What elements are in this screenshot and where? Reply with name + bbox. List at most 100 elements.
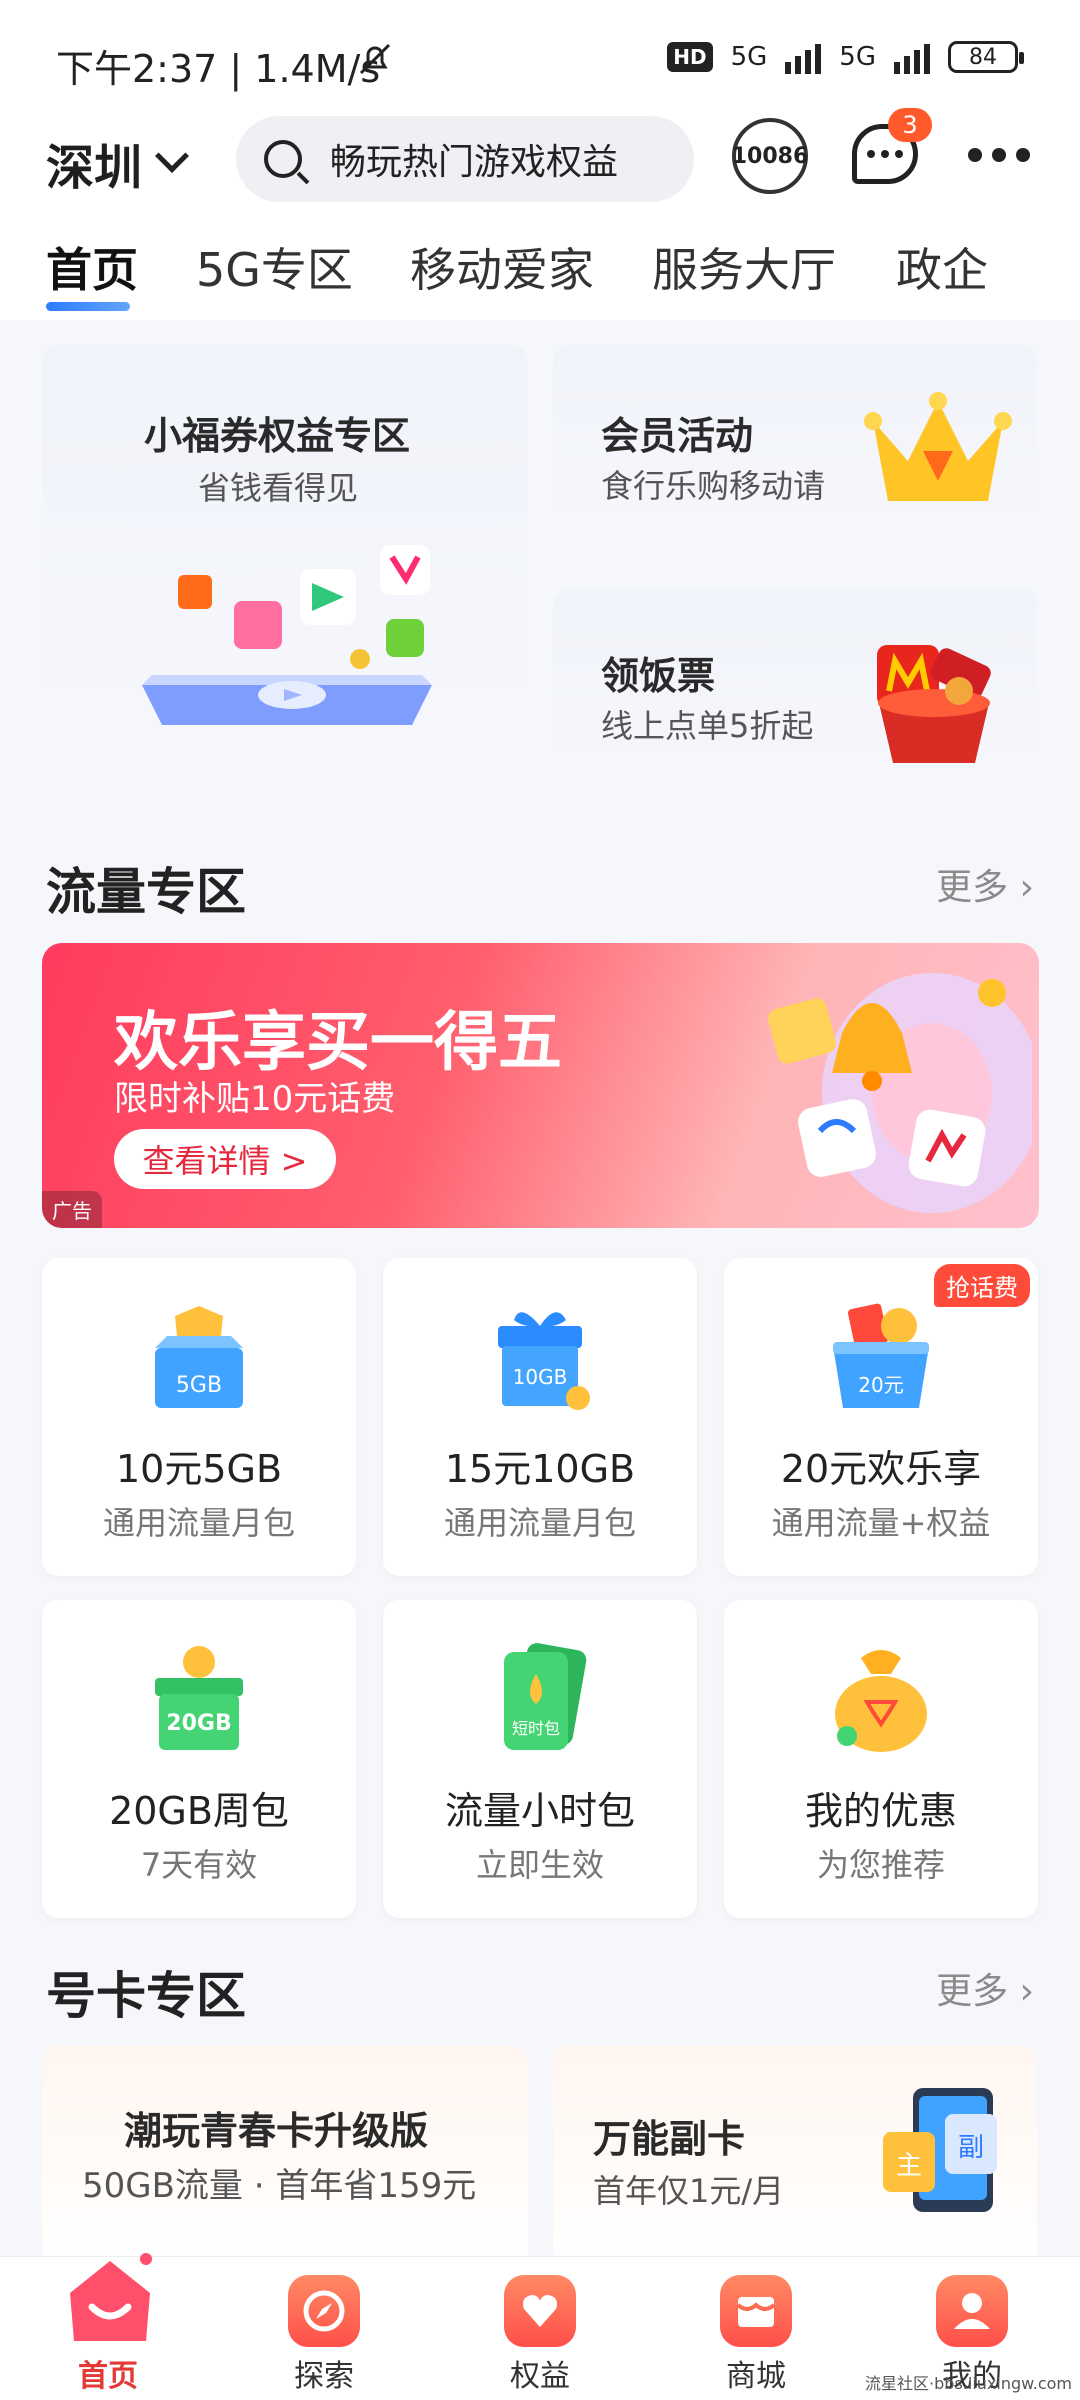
nav-home[interactable]: 首页 — [0, 2253, 216, 2400]
my-offers[interactable]: 我的优惠 为您推荐 — [724, 1600, 1038, 1918]
message-count-badge: 3 — [888, 108, 932, 142]
package-subtitle: 通用流量月包 — [102, 1504, 295, 1542]
svg-text:10GB: 10GB — [513, 1365, 568, 1389]
promo-banner[interactable]: 欢乐享买一得五 限时补贴10元话费 查看详情 > 广告 — [42, 943, 1039, 1228]
package-title: 20GB周包 — [109, 1789, 289, 1833]
signal-icon — [785, 40, 822, 74]
package-subtitle: 为您推荐 — [816, 1846, 945, 1884]
search-placeholder: 畅玩热门游戏权益 — [330, 142, 619, 183]
package-title: 我的优惠 — [804, 1789, 957, 1833]
nav-benefits[interactable]: 权益 — [432, 2257, 648, 2400]
sub-card-subtitle: 首年仅1元/月 — [593, 2172, 785, 2210]
city-label: 深圳 — [46, 140, 143, 196]
svg-text:20元: 20元 — [858, 1373, 903, 1397]
member-activity-subtitle: 食行乐购移动请 — [601, 467, 826, 505]
package-title: 20元欢乐享 — [780, 1447, 982, 1491]
universal-sub-card-offer[interactable]: 万能副卡 首年仅1元/月 主 副 — [553, 2046, 1037, 2266]
svg-text:主: 主 — [896, 2151, 922, 2181]
coupon-zone-subtitle: 省钱看得见 — [198, 469, 359, 507]
svg-text:副: 副 — [958, 2133, 984, 2163]
more-menu-icon[interactable] — [968, 148, 1030, 162]
nav-mall[interactable]: 商城 — [648, 2257, 864, 2400]
user-icon — [936, 2275, 1008, 2347]
bottom-navigation: 首页 探索 权益 商城 我的 流星社区·bbs.liuxingw.com — [0, 2253, 1080, 2400]
top-header: 深圳 畅玩热门游戏权益 10086 3 — [0, 108, 1080, 210]
coin-basket-icon: 20元 — [833, 1303, 929, 1408]
nav-explore[interactable]: 探索 — [216, 2257, 432, 2400]
green-gift-20gb-icon: 20GB — [155, 1646, 243, 1750]
package-10gb[interactable]: 10GB 15元10GB 通用流量月包 — [383, 1258, 697, 1576]
crown-icon — [864, 392, 1012, 501]
package-hourly[interactable]: 短时包 流量小时包 立即生效 — [383, 1600, 697, 1918]
package-title: 流量小时包 — [444, 1789, 635, 1833]
ad-tag: 广告 — [42, 1191, 102, 1228]
banner-subtitle: 限时补贴10元话费 — [114, 1079, 396, 1119]
tab-service-hall[interactable]: 服务大厅 — [652, 234, 836, 300]
grab-credit-tag: 抢话费 — [934, 1264, 1030, 1307]
chevron-right-icon: › — [1019, 1971, 1034, 2012]
package-5gb[interactable]: 5GB 10元5GB 通用流量月包 — [42, 1258, 356, 1576]
card-more-link[interactable]: 更多 › — [936, 1962, 1034, 2014]
store-icon — [720, 2275, 792, 2347]
tab-5g[interactable]: 5G专区 — [196, 234, 353, 300]
traffic-more-link[interactable]: 更多 › — [936, 858, 1034, 910]
media-apps-illustration-icon — [142, 545, 432, 725]
card-more-label: 更多 — [936, 1971, 1009, 2012]
nav-explore-label: 探索 — [294, 2359, 354, 2394]
sub-card-title: 万能副卡 — [593, 2117, 746, 2161]
short-time-package-icon: 短时包 — [504, 1643, 587, 1750]
city-selector[interactable]: 深圳 — [46, 128, 189, 198]
nav-home-label: 首页 — [78, 2359, 138, 2394]
member-activity-card[interactable]: 会员活动 食行乐购移动请 — [553, 345, 1037, 563]
service-label: 10086 — [731, 143, 809, 169]
network-type: 5G — [730, 42, 768, 72]
package-title: 10元5GB — [115, 1447, 283, 1491]
member-activity-title: 会员活动 — [601, 414, 754, 458]
svg-text:20GB: 20GB — [166, 1711, 231, 1736]
package-happy-enjoy[interactable]: 抢话费 20元 20元欢乐享 通用流量+权益 — [724, 1258, 1038, 1576]
battery-icon: 84 — [948, 41, 1024, 73]
nav-benefits-label: 权益 — [510, 2359, 570, 2394]
package-subtitle: 立即生效 — [475, 1846, 604, 1884]
mute-bell-icon — [359, 43, 391, 75]
meal-voucher-card[interactable]: 领饭票 线上点单5折起 — [553, 589, 1037, 807]
package-20gb-weekly[interactable]: 20GB 20GB周包 7天有效 — [42, 1600, 356, 1918]
youth-card-title: 潮玩青春卡升级版 — [124, 2109, 429, 2153]
customer-service-icon[interactable]: 10086 — [732, 118, 808, 194]
search-icon — [264, 140, 302, 178]
youth-card-offer[interactable]: 潮玩青春卡升级版 50GB流量 · 首年省159元 — [42, 2046, 528, 2266]
search-bar[interactable]: 畅玩热门游戏权益 — [236, 116, 694, 202]
watermark: 流星社区·bbs.liuxingw.com — [865, 2374, 1072, 2393]
coupon-zone-title: 小福券权益专区 — [144, 414, 411, 458]
battery-level: 84 — [969, 44, 997, 70]
top-tabs: 首页 5G专区 移动爱家 服务大厅 政企 — [0, 210, 1080, 320]
chevron-down-icon — [155, 139, 189, 173]
home-icon — [70, 2253, 152, 2341]
package-title: 15元10GB — [444, 1447, 636, 1491]
chevron-right-icon: › — [1019, 867, 1034, 908]
banner-title: 欢乐享买一得五 — [114, 1006, 562, 1080]
package-subtitle: 通用流量+权益 — [771, 1504, 991, 1542]
package-subtitle: 通用流量月包 — [443, 1504, 636, 1542]
fast-food-icon — [877, 645, 991, 763]
gift-box-10gb-icon: 10GB — [498, 1312, 590, 1410]
money-bag-icon — [835, 1650, 927, 1752]
svg-text:5GB: 5GB — [176, 1373, 222, 1398]
tab-home[interactable]: 首页 — [46, 234, 138, 300]
card-section-title: 号卡专区 — [46, 1967, 246, 2025]
tab-enterprise[interactable]: 政企 — [896, 234, 988, 300]
traffic-section-title: 流量专区 — [46, 863, 246, 921]
youth-card-subtitle: 50GB流量 · 首年省159元 — [82, 2166, 477, 2206]
signal-icon-2 — [894, 40, 930, 74]
heart-gift-icon — [504, 2275, 576, 2347]
hd-icon: HD — [667, 42, 713, 72]
status-bar: 下午2:37 | 1.4M/s HD 5G 5G 84 — [0, 0, 1080, 120]
nav-mall-label: 商城 — [726, 2359, 786, 2394]
gift-box-5gb-icon: 5GB — [155, 1306, 243, 1408]
svg-text:短时包: 短时包 — [512, 1719, 560, 1738]
banner-detail-button[interactable]: 查看详情 > — [114, 1129, 336, 1189]
tab-family[interactable]: 移动爱家 — [410, 234, 594, 300]
status-time: 下午2:37 | 1.4M/s — [56, 47, 381, 91]
coupon-zone-card[interactable]: 小福券权益专区 省钱看得见 — [42, 345, 528, 807]
meal-voucher-title: 领饭票 — [601, 654, 716, 698]
